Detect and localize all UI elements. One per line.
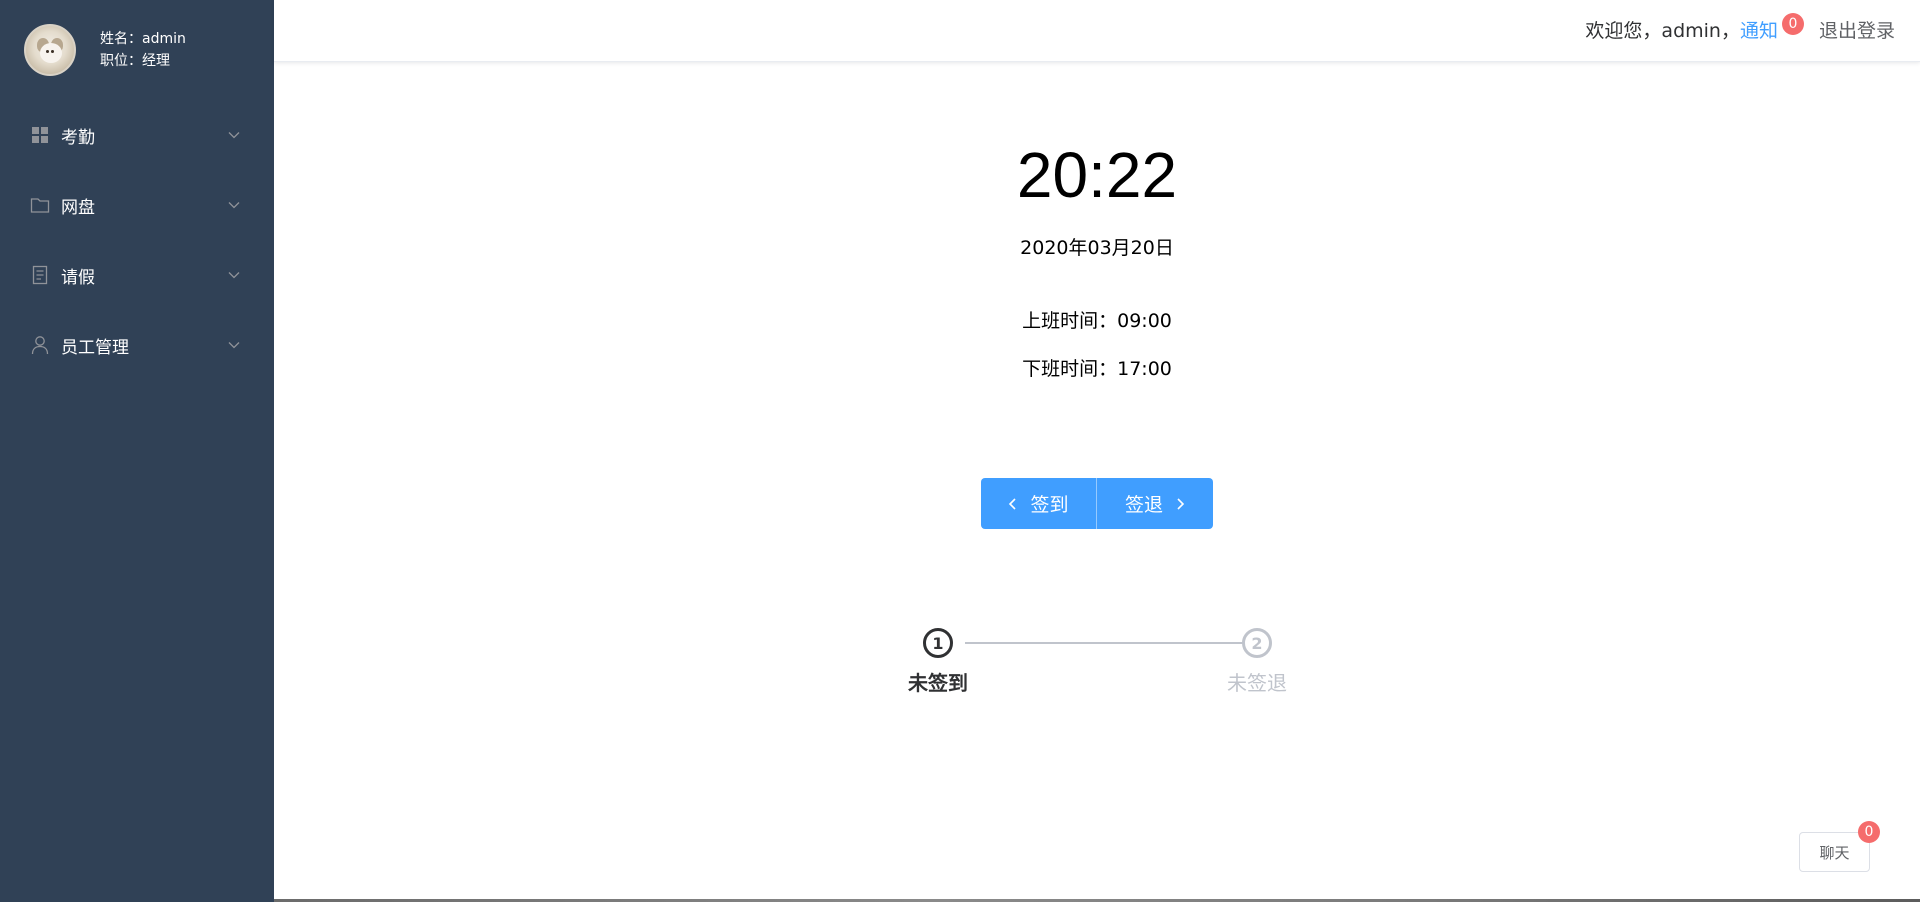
sidebar-item-label: 请假 — [61, 267, 95, 288]
document-icon — [30, 265, 50, 285]
logout-link[interactable]: 退出登录 — [1819, 16, 1895, 43]
welcome-text: 欢迎您，admin， — [1585, 20, 1740, 42]
profile-info: 姓名：admin 职位：经理 — [100, 28, 186, 72]
sidebar-item-label: 网盘 — [61, 197, 95, 218]
profile-position: 职位：经理 — [100, 53, 170, 69]
sidebar-item-label: 员工管理 — [61, 337, 129, 358]
notification-link[interactable]: 通知 — [1740, 16, 1778, 43]
profile-name: 姓名：admin — [100, 31, 186, 47]
sidebar-item-netdisk[interactable]: 网盘 — [0, 170, 274, 240]
sidebar: 姓名：admin 职位：经理 考勤 网盘 请假 员工管理 — [0, 0, 274, 902]
header-user-area: 欢迎您，admin， 通知 0 退出登录 — [1585, 12, 1895, 43]
sidebar-menu: 考勤 网盘 请假 员工管理 — [0, 100, 274, 380]
sidebar-item-leave[interactable]: 请假 — [0, 240, 274, 310]
step-1-title: 未签到 — [908, 671, 968, 695]
step-2-indicator: 2 — [1242, 628, 1272, 658]
notification-badge: 0 — [1781, 12, 1804, 35]
chat-badge: 0 — [1858, 821, 1880, 843]
chevron-down-icon — [228, 272, 240, 279]
chevron-down-icon — [228, 202, 240, 209]
top-header: 欢迎您，admin， 通知 0 退出登录 — [274, 0, 1920, 62]
main-content: 20:22 2020年03月20日 上班时间：09:00 下班时间：17:00 … — [274, 62, 1920, 902]
sidebar-item-attendance[interactable]: 考勤 — [0, 100, 274, 170]
chat-label: 聊天 — [1819, 843, 1850, 862]
grid-icon — [30, 125, 50, 145]
chevron-down-icon — [228, 342, 240, 349]
avatar — [24, 24, 76, 76]
step-connector — [965, 642, 1268, 644]
user-icon — [30, 335, 50, 355]
sidebar-item-employees[interactable]: 员工管理 — [0, 310, 274, 380]
step-1-indicator: 1 — [923, 628, 953, 658]
sidebar-item-label: 考勤 — [61, 127, 95, 148]
folder-icon — [30, 195, 50, 215]
chevron-down-icon — [228, 132, 240, 139]
attendance-steps: 1 2 未签到 未签退 — [274, 62, 1920, 902]
step-2-title: 未签退 — [1227, 671, 1287, 695]
user-profile: 姓名：admin 职位：经理 — [0, 0, 274, 100]
